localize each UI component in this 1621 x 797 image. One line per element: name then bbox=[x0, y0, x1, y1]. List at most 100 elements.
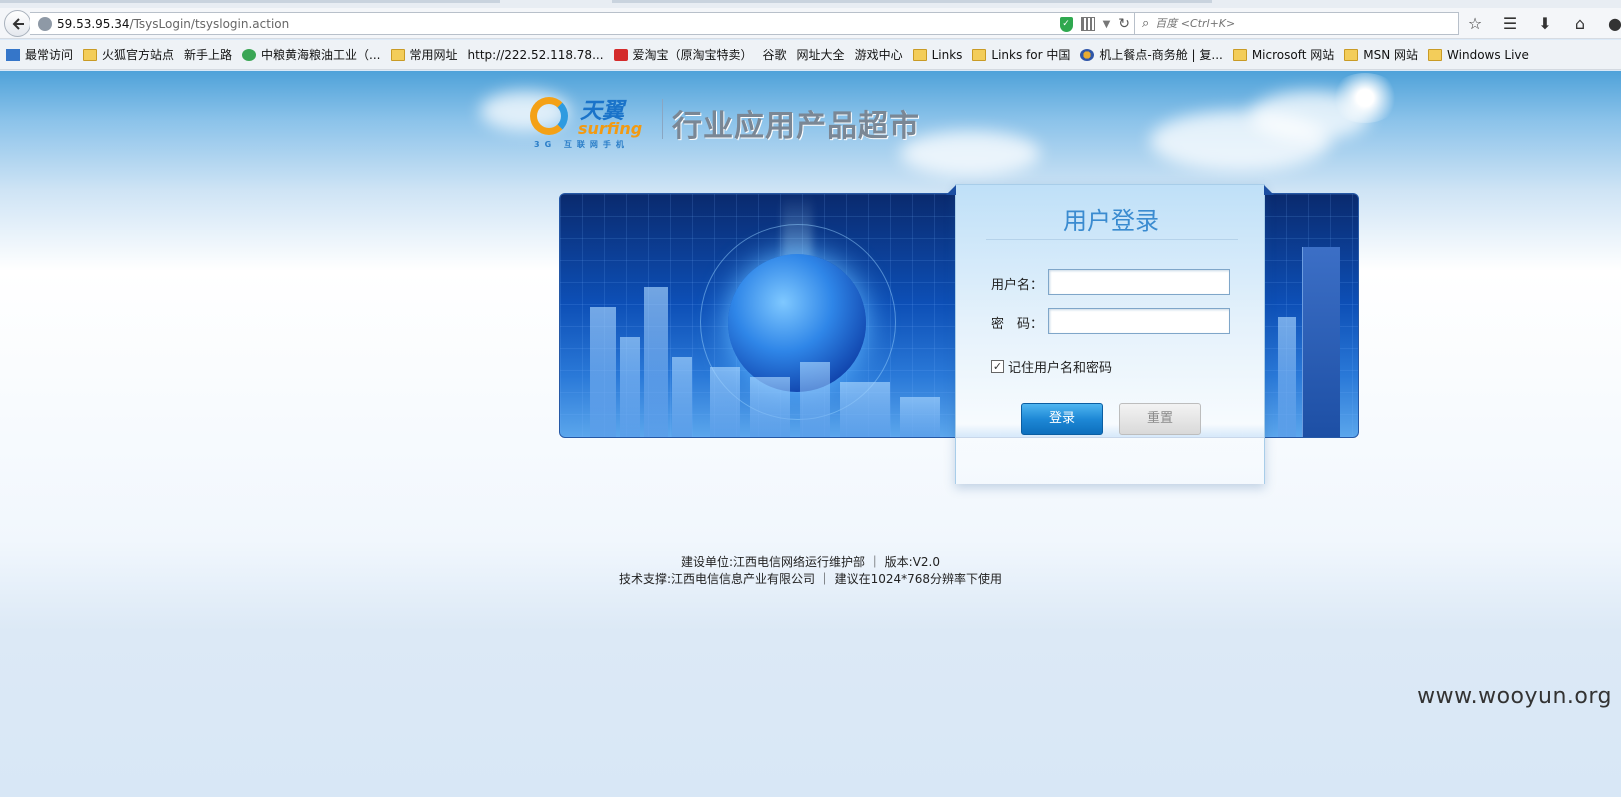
list-icon[interactable]: ☰ bbox=[1501, 14, 1519, 33]
search-bar[interactable]: ⌕ bbox=[1134, 12, 1459, 35]
qr-code-icon[interactable] bbox=[1080, 17, 1095, 31]
bookmark-item[interactable]: Links bbox=[912, 47, 963, 62]
bookmark-item[interactable]: Windows Live bbox=[1428, 48, 1529, 62]
bookmark-label: Windows Live bbox=[1447, 47, 1529, 62]
bookmark-item[interactable]: Microsoft 网站 bbox=[1232, 46, 1335, 63]
bookmark-item[interactable]: 中粮黄海粮油工业（... bbox=[242, 46, 381, 63]
url-path: /TsysLogin/tsyslogin.action bbox=[129, 16, 290, 31]
building bbox=[840, 382, 890, 437]
building bbox=[750, 377, 790, 437]
bookmark-label: 机上餐点-商务舱 | 复... bbox=[1099, 48, 1223, 62]
bookmark-item[interactable]: 爱淘宝（原淘宝特卖） bbox=[613, 46, 753, 63]
back-arrow-icon bbox=[12, 17, 24, 30]
bookmark-label: 火狐官方站点 bbox=[102, 48, 175, 62]
url-bar-icons: ✓ ▼ ↻ bbox=[1059, 16, 1130, 32]
building bbox=[590, 307, 616, 437]
folder-icon bbox=[912, 48, 927, 61]
username-input[interactable] bbox=[1048, 269, 1230, 295]
bookmark-label: 常用网址 bbox=[409, 48, 458, 62]
bookmark-item[interactable]: Links for 中国 bbox=[972, 46, 1070, 63]
building bbox=[620, 337, 640, 437]
building bbox=[800, 362, 830, 437]
remember-checkbox[interactable]: ✓ bbox=[991, 360, 1004, 373]
bookmark-item[interactable]: 游戏中心 bbox=[855, 46, 903, 63]
bookmark-item[interactable]: 新手上路 bbox=[184, 46, 232, 63]
login-title: 用户登录 bbox=[1063, 207, 1159, 235]
bookmark-label: 网址大全 bbox=[796, 48, 845, 62]
tianyi-logo: 天翼 surfing 3G 互联网手机 bbox=[528, 93, 648, 155]
password-input[interactable] bbox=[1048, 308, 1230, 334]
reset-button[interactable]: 重置 bbox=[1119, 403, 1201, 435]
login-button[interactable]: 登录 bbox=[1021, 403, 1103, 435]
folder-icon bbox=[972, 48, 987, 61]
search-icon: ⌕ bbox=[1142, 16, 1150, 31]
site-title: 行业应用产品超市 bbox=[672, 109, 920, 144]
building bbox=[672, 357, 692, 437]
remember-label: 记住用户名和密码 bbox=[1008, 361, 1113, 376]
chat-icon[interactable]: ● bbox=[1606, 14, 1621, 33]
bookmark-item[interactable]: MSN 网站 bbox=[1344, 46, 1418, 63]
bookmark-label: 最常访问 bbox=[25, 48, 74, 62]
building bbox=[1302, 247, 1340, 437]
bookmark-item[interactable]: 最常访问 bbox=[6, 46, 73, 63]
folder-icon bbox=[1344, 48, 1359, 61]
title-divider bbox=[986, 239, 1238, 240]
building bbox=[1278, 317, 1296, 437]
bookmark-item[interactable]: http://222.52.118.78... bbox=[468, 48, 604, 62]
bookmark-item[interactable]: 常用网址 bbox=[390, 46, 458, 63]
bookmark-label: 爱淘宝（原淘宝特卖） bbox=[632, 48, 753, 62]
bookmark-label: 游戏中心 bbox=[854, 48, 903, 62]
toolbar-icons: ☆ ☰ ⬇ ⌂ ● bbox=[1466, 14, 1621, 33]
bookmark-item[interactable]: 网址大全 bbox=[797, 46, 845, 63]
bookmark-label: 新手上路 bbox=[184, 48, 233, 62]
cloud bbox=[900, 131, 1040, 176]
bookmark-label: MSN 网站 bbox=[1363, 48, 1419, 62]
logo-swirl-icon bbox=[530, 97, 568, 135]
cloud bbox=[1250, 91, 1370, 141]
bookmarks-toolbar: 最常访问 火狐官方站点 新手上路 中粮黄海粮油工业（... 常用网址 http:… bbox=[0, 40, 1621, 70]
search-input[interactable] bbox=[1155, 17, 1436, 30]
bookmark-label: Links for 中国 bbox=[991, 48, 1071, 62]
folder-icon bbox=[1428, 48, 1443, 61]
username-label: 用户名： bbox=[991, 278, 1044, 293]
reload-icon[interactable]: ↻ bbox=[1118, 16, 1130, 32]
globe-icon bbox=[38, 16, 52, 31]
bookmark-item[interactable]: 谷歌 bbox=[763, 46, 787, 63]
bookmark-icon bbox=[6, 48, 20, 61]
bookmark-item[interactable]: 火狐官方站点 bbox=[83, 46, 174, 63]
url-bar[interactable]: 59.53.95.34/TsysLogin/tsyslogin.action ✓… bbox=[30, 12, 1137, 35]
panel-corner bbox=[1264, 185, 1274, 195]
tab-strip bbox=[0, 0, 1621, 8]
digital-globe bbox=[728, 254, 866, 392]
footer-line-2: 技术支撑:江西电信信息产业有限公司 ｜ 建议在1024*768分辨率下使用 bbox=[618, 572, 1003, 586]
folder-icon bbox=[390, 48, 405, 61]
bookmark-label: http://222.52.118.78... bbox=[467, 47, 604, 62]
watermark: www.wooyun.org bbox=[1417, 684, 1612, 709]
password-label: 密 码： bbox=[991, 317, 1044, 332]
home-icon[interactable]: ⌂ bbox=[1571, 14, 1589, 33]
bookmark-label: 中粮黄海粮油工业（... bbox=[261, 48, 381, 62]
building bbox=[644, 287, 668, 437]
folder-icon bbox=[1232, 48, 1247, 61]
inactive-tab-edge[interactable] bbox=[612, 0, 1212, 3]
chevron-down-icon[interactable]: ▼ bbox=[1103, 19, 1111, 30]
download-icon[interactable]: ⬇ bbox=[1536, 14, 1554, 33]
back-button[interactable] bbox=[4, 10, 31, 37]
firefox-icon bbox=[1080, 48, 1095, 61]
building bbox=[710, 367, 740, 437]
star-icon[interactable]: ☆ bbox=[1466, 14, 1484, 33]
logo-tagline: 3G 互联网手机 bbox=[534, 140, 629, 149]
navigation-bar: 59.53.95.34/TsysLogin/tsyslogin.action ✓… bbox=[0, 8, 1621, 39]
shield-icon[interactable]: ✓ bbox=[1059, 16, 1073, 32]
page-content: 天翼 surfing 3G 互联网手机 行业应用产品超市 用户登录 用户名： 密… bbox=[0, 71, 1621, 797]
bookmark-item[interactable]: 机上餐点-商务舱 | 复... bbox=[1080, 46, 1223, 63]
remember-me[interactable]: ✓ 记住用户名和密码 bbox=[991, 357, 1112, 376]
active-tab-edge[interactable] bbox=[0, 0, 500, 3]
bookmark-label: Links bbox=[931, 47, 963, 62]
site-icon bbox=[242, 48, 257, 61]
folder-icon bbox=[83, 48, 98, 61]
bookmark-label: 谷歌 bbox=[762, 48, 787, 62]
login-form: 用户登录 用户名： 密 码： ✓ 记住用户名和密码 登录 重置 bbox=[946, 184, 1274, 484]
url-host: 59.53.95.34 bbox=[57, 16, 130, 31]
bookmark-label: Microsoft 网站 bbox=[1251, 48, 1335, 62]
